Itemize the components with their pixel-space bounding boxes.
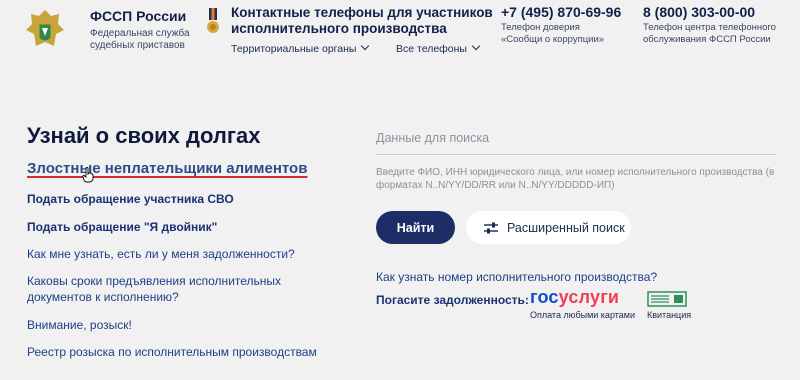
dropdown-label: Все телефоны — [396, 43, 467, 55]
filter-sliders-icon — [484, 222, 498, 233]
pay-debt-label: Погасите задолженность: — [376, 293, 529, 307]
contacts-title[interactable]: Контактные телефоны для участников испол… — [231, 5, 501, 37]
receipt-caption: Квитанция — [647, 310, 692, 320]
gosuslugi-logo[interactable]: госуслуги — [530, 287, 619, 308]
alimony-debtors-link[interactable]: Злостные неплательщики алиментов — [27, 160, 307, 177]
advanced-search-button[interactable]: Расширенный поиск — [466, 211, 631, 244]
wanted-link[interactable]: Внимание, розыск! — [27, 317, 132, 333]
advanced-search-label: Расширенный поиск — [507, 220, 625, 235]
all-phones-dropdown[interactable]: Все телефоны — [396, 41, 481, 55]
trust-phone-number[interactable]: +7 (495) 870-69-96 — [501, 4, 621, 20]
gosuslugi-part2: услуги — [558, 287, 620, 307]
find-proceeding-number-link[interactable]: Как узнать номер исполнительного произво… — [376, 270, 657, 284]
territorial-bodies-dropdown[interactable]: Территориальные органы — [231, 41, 370, 55]
double-appeal-link[interactable]: Подать обращение "Я двойник" — [27, 219, 217, 235]
wanted-registry-link[interactable]: Реестр розыска по исполнительным произво… — [27, 344, 317, 360]
trust-phone-desc: Телефон доверия «Сообщи о коррупции» — [501, 22, 605, 45]
dropdown-label: Территориальные органы — [231, 43, 357, 55]
page-heading: Узнай о своих долгах — [27, 123, 261, 148]
receipt-icon[interactable] — [647, 291, 687, 307]
call-center-phone-number[interactable]: 8 (800) 303-00-00 — [643, 4, 755, 20]
find-button[interactable]: Найти — [376, 211, 455, 244]
hand-cursor-icon — [82, 167, 94, 183]
search-hint: Введите ФИО, ИНН юридического лица, или … — [376, 167, 775, 191]
gosuslugi-caption: Оплата любыми картами — [530, 310, 635, 320]
chevron-down-icon — [361, 41, 370, 51]
medal-icon — [207, 8, 219, 33]
logo-title[interactable]: ФССП России — [90, 8, 186, 24]
fssp-emblem-icon[interactable] — [24, 6, 66, 54]
search-field — [376, 122, 776, 155]
deadlines-link[interactable]: Каковы сроки предъявления исполнительных… — [27, 273, 317, 305]
search-input[interactable] — [376, 122, 776, 154]
gosuslugi-part1: гос — [530, 287, 559, 307]
site-header: ФССП России Федеральная служба судебных … — [0, 0, 800, 64]
svo-appeal-link[interactable]: Подать обращение участника СВО — [27, 191, 234, 207]
chevron-down-icon — [471, 41, 481, 51]
call-center-phone-desc: Телефон центра телефонного обслуживания … — [643, 22, 776, 45]
logo-subtitle: Федеральная служба судебных приставов — [90, 28, 190, 51]
check-debts-link[interactable]: Как мне узнать, есть ли у меня задолженн… — [27, 246, 295, 262]
